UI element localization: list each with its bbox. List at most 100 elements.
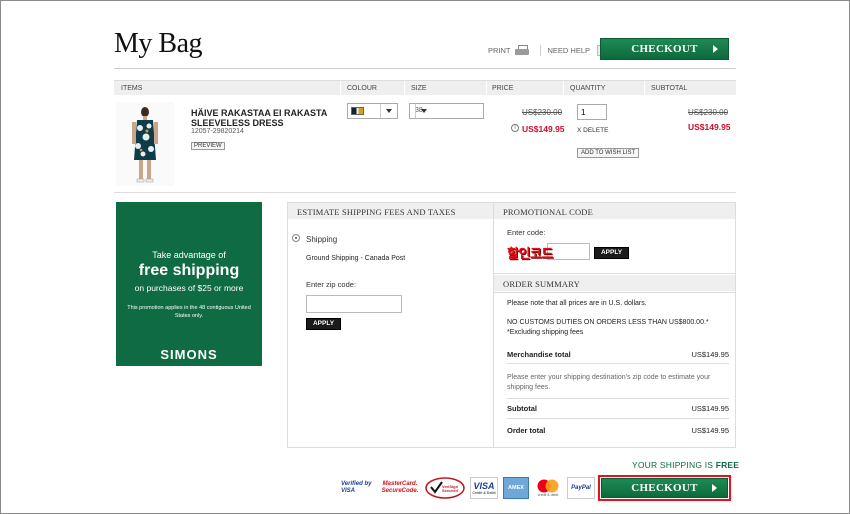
order-summary-heading: ORDER SUMMARY	[494, 275, 735, 291]
quantity-input[interactable]	[577, 104, 607, 120]
amex-icon: AMEX	[503, 477, 529, 499]
currency-note: Please note that all prices are in U.S. …	[507, 300, 647, 307]
divider	[340, 81, 341, 95]
zip-label: Enter zip code:	[306, 280, 357, 289]
payment-icons: Verified by VISA MasterCard. SecureCode.…	[341, 476, 595, 500]
printer-icon[interactable]	[514, 45, 529, 56]
checkout-label: CHECKOUT	[631, 43, 698, 55]
free-shipping-message: YOUR SHIPPING IS FREE	[632, 460, 739, 470]
zip-estimate-note: Please enter your shipping destination's…	[507, 374, 711, 391]
shipping-radio[interactable]	[292, 234, 300, 242]
header-subtotal: SUBTOTAL	[651, 85, 688, 92]
divider	[114, 192, 736, 193]
page-title: My Bag	[114, 28, 203, 59]
colour-select[interactable]	[347, 103, 398, 119]
divider	[507, 398, 729, 399]
divider	[644, 81, 645, 95]
divider	[486, 81, 487, 95]
free-shipping-prefix: YOUR SHIPPING IS	[632, 460, 716, 470]
preview-button[interactable]: PREVIEW	[191, 142, 225, 150]
need-help-link[interactable]: NEED HELP	[548, 46, 591, 55]
subtotal-label: Subtotal	[507, 404, 537, 413]
divider	[507, 363, 729, 364]
visa-icon: VISA Credit & Debit	[470, 477, 498, 499]
divider	[494, 273, 736, 274]
checkout-button-bottom[interactable]: CHECKOUT	[601, 478, 728, 498]
divider	[404, 81, 405, 95]
info-icon[interactable]: i	[511, 124, 519, 132]
header-price: PRICE	[492, 85, 514, 92]
arrow-right-icon	[713, 45, 718, 53]
divider	[493, 202, 494, 448]
divider	[494, 292, 736, 293]
verisign-icon: VeriSign Secured	[425, 477, 465, 499]
zip-code-input[interactable]	[306, 295, 402, 313]
divider	[539, 45, 541, 56]
size-select[interactable]: 38	[409, 103, 484, 119]
free-shipping-banner[interactable]: Take advantage of free shipping on purch…	[116, 202, 262, 366]
subtotal-value: US$149.95	[691, 404, 729, 413]
product-image[interactable]	[116, 102, 174, 186]
visa-subtext: Credit & Debit	[472, 491, 496, 495]
header-items: ITEMS	[121, 85, 143, 92]
add-to-wishlist-button[interactable]: ADD TO WISH LIST	[577, 148, 640, 158]
table-header: ITEMS COLOUR SIZE PRICE QUANTITY SUBTOTA…	[114, 80, 736, 95]
shipping-method: Ground Shipping - Canada Post	[306, 255, 406, 262]
mastercard-securecode-text: MasterCard. SecureCode.	[381, 481, 419, 494]
sale-price: US$149.95	[522, 124, 565, 134]
shipping-heading: ESTIMATE SHIPPING FEES AND TAXES	[288, 203, 493, 219]
subtotal-row: Subtotal US$149.95	[507, 404, 729, 413]
banner-line-4: This promotion applies in the 48 contigu…	[127, 305, 251, 319]
top-links: PRINT NEED HELP ?	[488, 45, 609, 56]
simons-logo: SIMONS	[160, 347, 218, 362]
delete-link[interactable]: X DELETE	[577, 127, 608, 134]
promo-code-input[interactable]	[547, 243, 590, 260]
order-total-row: Order total US$149.95	[507, 426, 729, 435]
mastercard-icon: credit & debit	[534, 477, 562, 499]
chevron-down-icon	[415, 104, 432, 118]
divider	[563, 81, 564, 95]
promo-code-heading: PROMOTIONAL CODE	[494, 203, 735, 219]
visa-text: VISA	[473, 481, 495, 491]
checkout-button-top[interactable]: CHECKOUT	[600, 38, 729, 60]
subtotal-original: US$230.00	[688, 108, 729, 117]
merch-label: Merchandise total	[507, 350, 571, 359]
header-quantity: QUANTITY	[570, 85, 606, 92]
mastercard-subtext: credit & debit	[537, 493, 559, 497]
merchandise-total-row: Merchandise total US$149.95	[507, 350, 729, 359]
paypal-text: PayPal	[571, 485, 591, 491]
customs-note: NO CUSTOMS DUTIES ON ORDERS LESS THAN US…	[507, 319, 709, 326]
order-total-value: US$149.95	[691, 426, 729, 435]
verified-by-visa-icon: Verified by VISA	[341, 477, 375, 499]
apply-promo-button[interactable]: APPLY	[594, 247, 629, 259]
print-link[interactable]: PRINT	[488, 46, 511, 55]
divider	[507, 418, 729, 419]
banner-line-3: on purchases of $25 or more	[134, 283, 244, 293]
banner-line-1: Take advantage of	[152, 250, 226, 260]
original-price: US$230.00	[522, 108, 563, 117]
merch-value: US$149.95	[691, 350, 729, 359]
order-total-label: Order total	[507, 426, 546, 435]
promo-code-label: Enter code:	[507, 228, 546, 237]
shipping-option-label: Shipping	[306, 235, 338, 244]
amex-text: AMEX	[508, 485, 524, 491]
product-code: 12057-29820214	[191, 128, 244, 135]
divider	[114, 68, 736, 69]
chevron-down-icon	[380, 104, 397, 118]
apply-zip-button[interactable]: APPLY	[306, 318, 341, 330]
arrow-right-icon	[712, 484, 717, 492]
checkout-highlight: CHECKOUT	[598, 475, 731, 501]
discount-code-overlay: 할인코드	[507, 246, 553, 261]
free-shipping-bold: FREE	[715, 460, 740, 470]
verisign-text: VeriSign Secured	[442, 484, 459, 493]
product-name[interactable]: HÄIVE RAKASTAA EI RAKASTA SLEEVELESS DRE…	[191, 108, 341, 128]
subtotal-sale: US$149.95	[688, 122, 731, 132]
paypal-icon: PayPal	[567, 477, 595, 499]
verified-by-visa-text: Verified by VISA	[341, 481, 372, 494]
colour-swatch	[351, 107, 364, 115]
mastercard-securecode-icon: MasterCard. SecureCode.	[380, 477, 420, 499]
checkout-label: CHECKOUT	[631, 482, 698, 494]
banner-line-2: free shipping	[138, 262, 240, 279]
header-size: SIZE	[411, 85, 427, 92]
header-colour: COLOUR	[347, 85, 377, 92]
